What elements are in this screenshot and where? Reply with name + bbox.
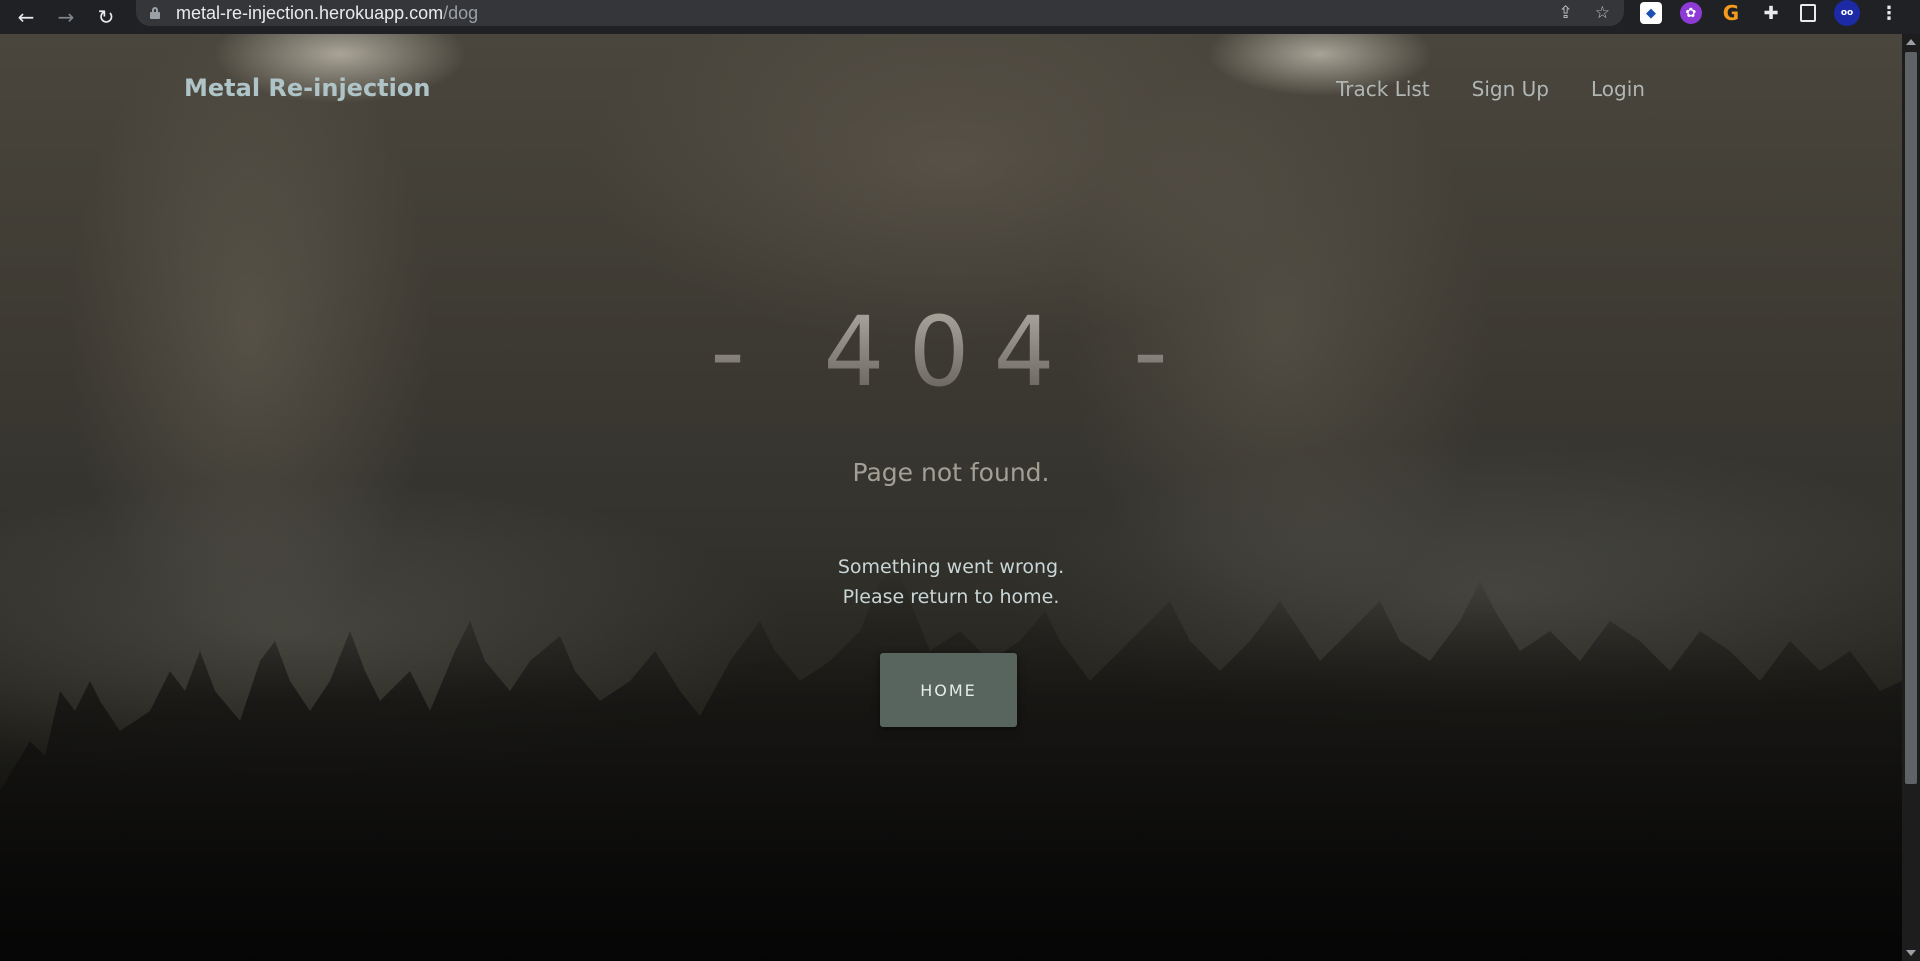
back-button[interactable]: ← [6,0,46,34]
arrow-right-icon: → [57,5,75,29]
scroll-up-arrow-icon[interactable] [1906,39,1916,45]
nav-sign-up[interactable]: Sign Up [1472,77,1549,101]
page-background: Metal Re-injection Track List Sign Up Lo… [0,34,1902,961]
extension-2-icon[interactable]: ✿ [1680,2,1702,24]
share-icon[interactable]: ⇪ [1559,3,1573,23]
extension-1-icon[interactable]: ◆ [1640,2,1662,24]
profile-avatar[interactable]: oo [1834,0,1860,26]
star-icon[interactable]: ☆ [1595,3,1610,23]
top-nav: Track List Sign Up Login [1336,77,1687,101]
home-button[interactable]: HOME [880,653,1017,727]
arrow-left-icon: ← [17,5,35,29]
error-code: - 404 - [0,296,1902,408]
scrollbar[interactable] [1902,34,1920,961]
side-panel-icon[interactable] [1800,4,1816,22]
reload-button[interactable]: ↻ [86,0,126,34]
forward-button[interactable]: → [46,0,86,34]
error-title: Page not found. [852,458,1050,487]
error-message-line-2: Please return to home. [842,586,1060,608]
nav-login[interactable]: Login [1591,77,1645,101]
scroll-thumb[interactable] [1905,52,1917,784]
puzzle-icon[interactable]: ✚ [1760,2,1782,24]
menu-icon[interactable]: ⋮ [1878,2,1900,24]
error-message: Something went wrong. Please return to h… [0,552,1902,612]
extension-bar: ◆ ✿ G ✚ oo ⋮ [1640,0,1900,26]
error-message-line-1: Something went wrong. [837,556,1065,578]
brand-logo[interactable]: Metal Re-injection [184,74,430,102]
address-bar[interactable]: metal-re-injection.herokuapp.com/dog ⇪ ☆ [136,0,1624,26]
browser-toolbar: ← → ↻ metal-re-injection.herokuapp.com/d… [0,0,1920,34]
scroll-down-arrow-icon[interactable] [1906,950,1916,956]
nav-track-list[interactable]: Track List [1336,77,1430,101]
lock-icon[interactable] [150,7,160,19]
reload-icon: ↻ [97,5,115,29]
url-path: /dog [443,2,479,23]
extension-3-icon[interactable]: G [1720,1,1742,25]
url-host: metal-re-injection.herokuapp.com [176,2,444,23]
